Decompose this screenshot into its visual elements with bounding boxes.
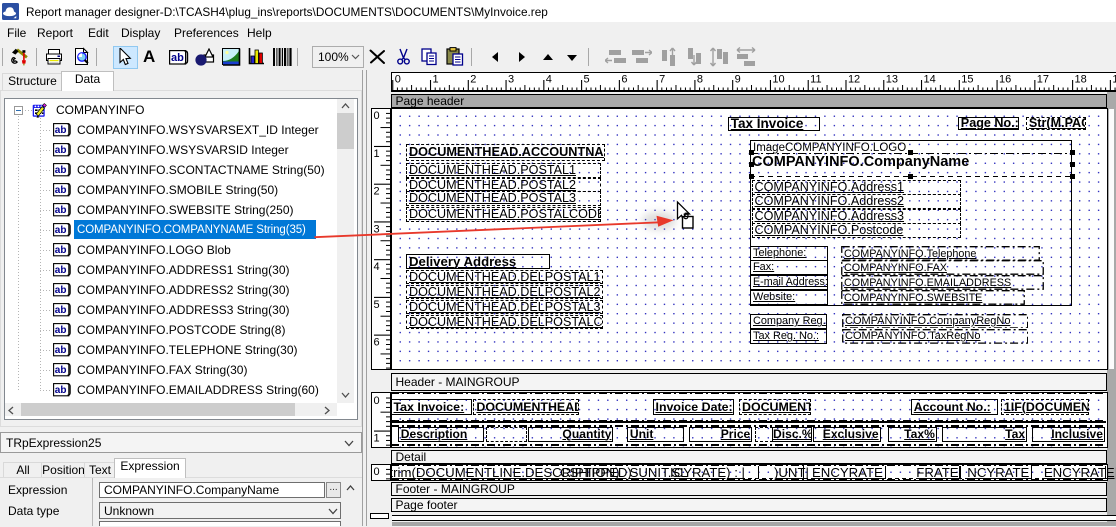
svg-text:ab: ab (55, 205, 67, 216)
svg-text:8: 8 (696, 73, 702, 85)
svg-text:9: 9 (734, 73, 740, 85)
svg-text:13: 13 (885, 73, 897, 85)
svg-text:6: 6 (621, 73, 627, 85)
svg-text:19: 19 (1112, 73, 1116, 85)
svg-text:ab: ab (55, 245, 67, 256)
svg-text:0: 0 (394, 73, 400, 85)
svg-text:4: 4 (545, 73, 551, 85)
svg-text:1: 1 (432, 73, 438, 85)
svg-text:ab: ab (55, 165, 67, 176)
svg-text:12: 12 (847, 73, 859, 85)
svg-text:3: 3 (374, 223, 380, 235)
svg-text:0: 0 (374, 110, 380, 122)
svg-text:7: 7 (659, 73, 665, 85)
svg-text:ab: ab (55, 285, 67, 296)
svg-text:4: 4 (374, 261, 380, 273)
svg-text:5: 5 (374, 299, 380, 311)
svg-text:ab: ab (55, 325, 67, 336)
svg-text:ab: ab (55, 385, 67, 396)
svg-text:ab: ab (55, 125, 67, 136)
svg-text:16: 16 (999, 73, 1011, 85)
svg-text:18: 18 (1074, 73, 1086, 85)
svg-text:0: 0 (374, 466, 380, 478)
svg-text:11: 11 (810, 73, 821, 85)
svg-text:ab: ab (55, 185, 67, 196)
svg-text:5: 5 (583, 73, 589, 85)
svg-text:17: 17 (1036, 73, 1048, 85)
svg-text:10: 10 (772, 73, 784, 85)
svg-text:ab: ab (55, 345, 67, 356)
svg-text:0: 0 (374, 394, 380, 406)
svg-text:6: 6 (374, 337, 380, 349)
svg-text:3: 3 (508, 73, 514, 85)
svg-text:ab: ab (55, 225, 67, 236)
svg-text:14: 14 (923, 73, 935, 85)
svg-text:ab: ab (55, 145, 67, 156)
svg-text:15: 15 (961, 73, 973, 85)
svg-text:1: 1 (374, 148, 380, 160)
svg-text:ab: ab (171, 52, 184, 64)
svg-text:ab: ab (55, 305, 67, 316)
svg-text:2: 2 (470, 73, 476, 85)
svg-text:ab: ab (55, 365, 67, 376)
svg-text:1: 1 (374, 432, 380, 444)
svg-text:2: 2 (374, 186, 380, 198)
svg-text:ab: ab (55, 265, 67, 276)
